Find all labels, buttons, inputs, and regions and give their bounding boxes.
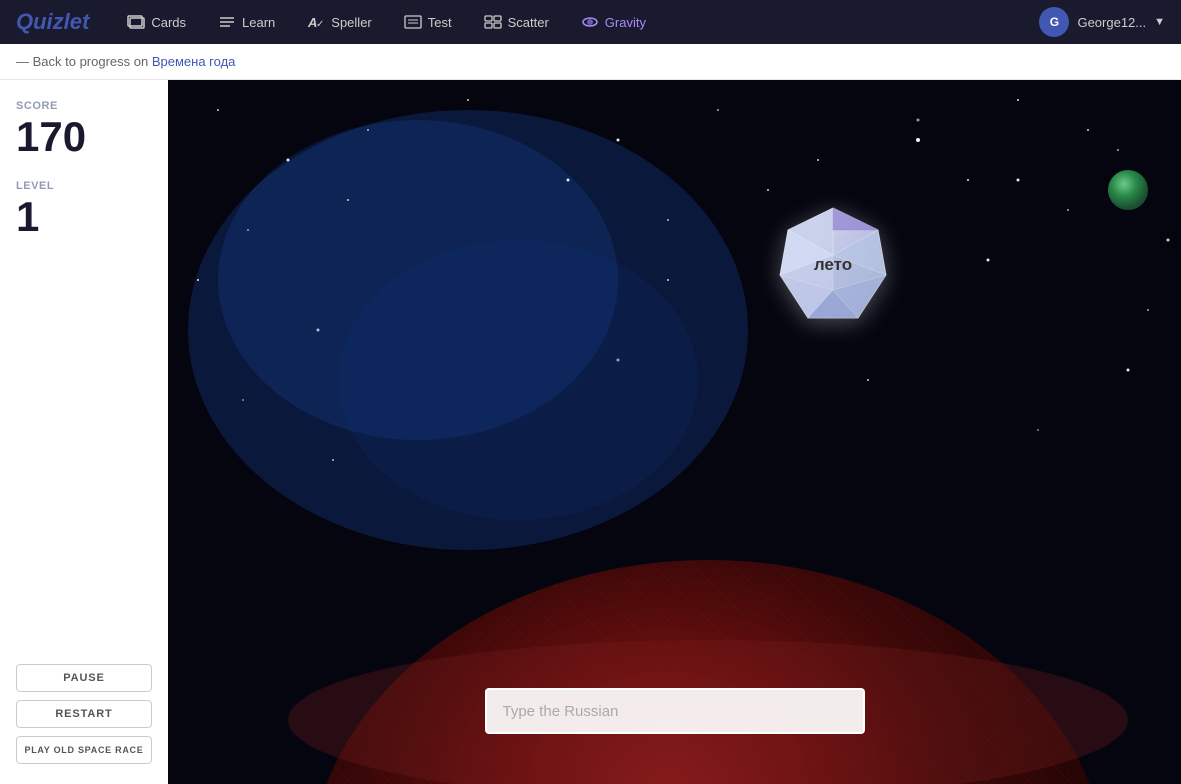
gravity-nav-label: Gravity xyxy=(605,15,646,30)
dropdown-arrow-icon[interactable]: ▼ xyxy=(1154,16,1165,28)
gravity-nav-icon xyxy=(581,15,599,29)
breadcrumb: — Back to progress on Времена года xyxy=(0,44,1181,80)
nav-items: Cards Learn A✓ Speller Test xyxy=(113,11,1039,34)
space-background: лето xyxy=(168,80,1181,784)
main-layout: SCORE 170 LEVEL 1 PAUSE RESTART PLAY OLD… xyxy=(0,80,1181,784)
stars-canvas xyxy=(168,80,1181,784)
crystal-container: лето xyxy=(768,200,898,330)
learn-nav-label: Learn xyxy=(242,15,275,30)
nav-test[interactable]: Test xyxy=(390,11,466,34)
breadcrumb-prefix: — Back to progress on xyxy=(16,54,148,69)
svg-text:✓: ✓ xyxy=(316,19,324,29)
navbar: Quizlet Cards Learn A✓ Speller xyxy=(0,0,1181,44)
old-space-race-button[interactable]: PLAY OLD SPACE RACE xyxy=(16,736,152,764)
nav-right: G George12... ▼ xyxy=(1039,7,1165,37)
avatar-initials: G xyxy=(1050,15,1059,29)
input-area xyxy=(485,688,865,734)
logo-text: Quizlet xyxy=(16,9,89,34)
restart-button[interactable]: RESTART xyxy=(16,700,152,728)
nav-speller[interactable]: A✓ Speller xyxy=(293,11,385,34)
crystal: лето xyxy=(768,200,898,330)
avatar: G xyxy=(1039,7,1069,37)
cards-nav-label: Cards xyxy=(151,15,186,30)
nav-learn[interactable]: Learn xyxy=(204,11,289,34)
level-label: LEVEL xyxy=(16,180,152,192)
sidebar-buttons: PAUSE RESTART PLAY OLD SPACE RACE xyxy=(16,664,152,764)
learn-nav-icon xyxy=(218,15,236,29)
user-name[interactable]: George12... xyxy=(1077,15,1146,30)
pause-button[interactable]: PAUSE xyxy=(16,664,152,692)
level-value: 1 xyxy=(16,194,152,240)
test-nav-label: Test xyxy=(428,15,452,30)
score-label: SCORE xyxy=(16,100,152,112)
cards-nav-icon xyxy=(127,15,145,29)
scatter-nav-icon xyxy=(484,15,502,29)
nav-cards[interactable]: Cards xyxy=(113,11,200,34)
breadcrumb-link[interactable]: Времена года xyxy=(152,54,236,69)
score-value: 170 xyxy=(16,114,152,160)
nav-gravity[interactable]: Gravity xyxy=(567,11,660,34)
speller-nav-label: Speller xyxy=(331,15,371,30)
app-logo[interactable]: Quizlet xyxy=(16,9,89,35)
speller-nav-icon: A✓ xyxy=(307,15,325,29)
nav-scatter[interactable]: Scatter xyxy=(470,11,563,34)
sidebar: SCORE 170 LEVEL 1 PAUSE RESTART PLAY OLD… xyxy=(0,80,168,784)
crystal-word: лето xyxy=(814,255,852,275)
scatter-nav-label: Scatter xyxy=(508,15,549,30)
test-nav-icon xyxy=(404,15,422,29)
game-area: лето xyxy=(168,80,1181,784)
russian-input[interactable] xyxy=(485,688,865,734)
